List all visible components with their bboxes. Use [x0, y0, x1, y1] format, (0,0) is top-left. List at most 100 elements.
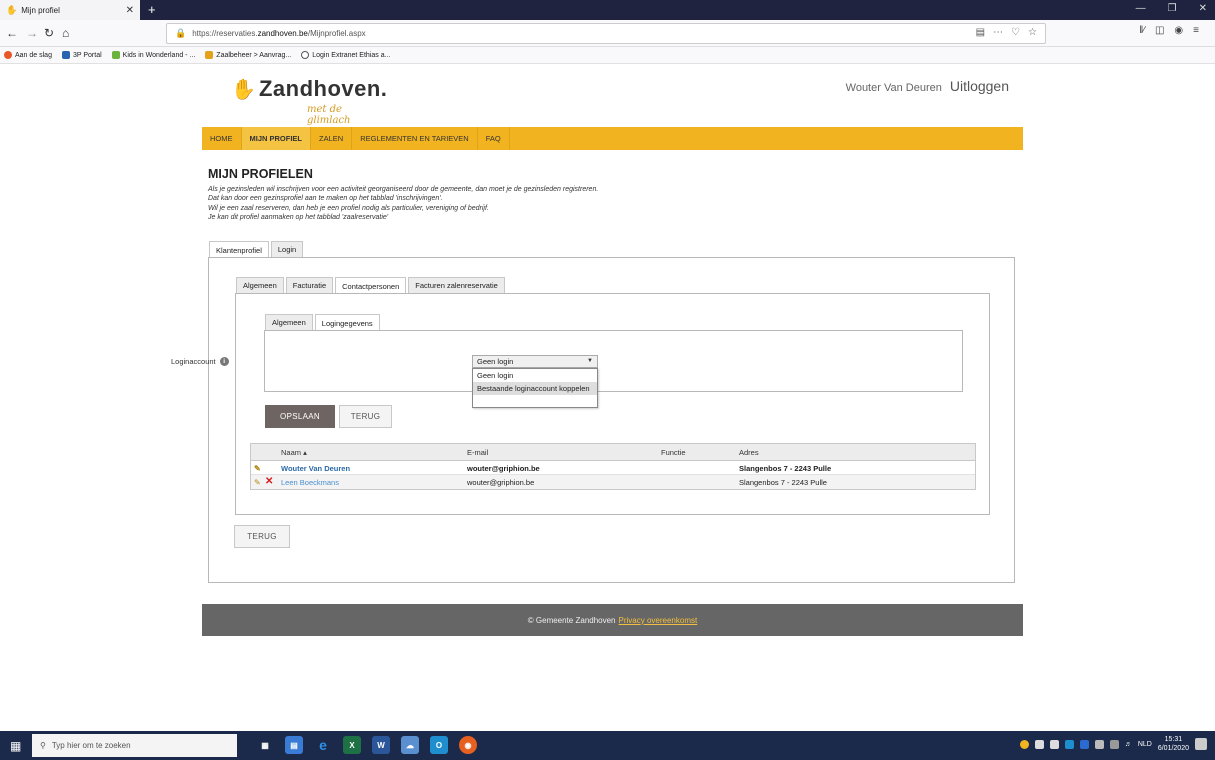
bookmark-item[interactable]: Kids in Wonderland - ...	[111, 51, 195, 59]
browser-tab-bar: ✋ Mijn profiel ✕ + — ❐ ✕	[0, 0, 1215, 20]
language-indicator[interactable]: NLD	[1138, 741, 1152, 748]
menu-hamburger-icon[interactable]: ≡	[1193, 25, 1199, 36]
menu-home[interactable]: HOME	[202, 127, 242, 150]
tab-logingegevens[interactable]: Logingegevens	[314, 314, 380, 331]
back-button[interactable]: TERUG	[339, 405, 392, 428]
table-row: ✎ Wouter Van Deuren wouter@griphion.be S…	[251, 461, 975, 475]
close-window-icon[interactable]: ✕	[1199, 3, 1207, 14]
new-tab-icon[interactable]: +	[148, 2, 156, 17]
site-logo[interactable]: ✋ Zandhoven. met de glimlach	[231, 76, 387, 126]
info-icon[interactable]: i	[219, 357, 229, 366]
loginaccount-dropdown: Geen login Bestaande loginaccount koppel…	[472, 368, 598, 408]
file-explorer-icon[interactable]: ▤	[285, 736, 303, 754]
edit-icon[interactable]: ✎	[254, 478, 261, 487]
inner-tabs: Algemeen Logingegevens	[265, 314, 382, 331]
edge-icon[interactable]: e	[314, 736, 332, 754]
task-view-icon[interactable]: ▦	[256, 736, 274, 754]
dropdown-option[interactable]: Bestaande loginaccount koppelen	[473, 382, 597, 395]
tab-contactpersonen[interactable]: Contactpersonen	[335, 277, 407, 294]
mail-icon[interactable]	[1049, 739, 1059, 749]
home-icon[interactable]: ⌂	[62, 26, 69, 40]
maximize-icon[interactable]: ❐	[1168, 3, 1177, 14]
portal-icon	[61, 51, 70, 59]
save-button[interactable]: OPSLAAN	[265, 405, 335, 428]
bookmark-item[interactable]: 3P Portal	[61, 51, 102, 59]
cloud-app-icon[interactable]: ☁	[401, 736, 419, 754]
contact-address: Slangenbos 7 - 2243 Pulle	[739, 464, 832, 473]
url-prefix: https://reservaties.	[192, 29, 258, 38]
system-tray: ♬ NLD 15:31 6/01/2020	[1019, 735, 1207, 753]
tab-login[interactable]: Login	[270, 241, 304, 257]
privacy-link[interactable]: Privacy overeenkomst	[619, 616, 698, 625]
notifications-icon[interactable]	[1195, 738, 1207, 750]
forward-arrow-icon[interactable]: →	[26, 26, 38, 40]
browser-tab-title: Mijn profiel	[21, 5, 60, 15]
tab-inner-algemeen[interactable]: Algemeen	[265, 314, 313, 330]
contact-address: Slangenbos 7 - 2243 Pulle	[739, 478, 827, 487]
lock-icon: 🔒	[175, 28, 187, 38]
bookmark-item[interactable]: Login Extranet Ethias a...	[301, 51, 390, 59]
tab-klantenprofiel[interactable]: Klantenprofiel	[209, 241, 269, 258]
address-bar[interactable]: 🔒 https://reservaties. zandhoven.be/Mijnp…	[166, 23, 1046, 44]
tray-app-icon[interactable]	[1109, 739, 1119, 749]
menu-reglementen[interactable]: REGLEMENTEN EN TARIEVEN	[352, 127, 478, 150]
site-favicon-icon: ✋	[6, 4, 18, 15]
delete-icon[interactable]: ✕	[265, 476, 273, 487]
contact-name-link[interactable]: Wouter Van Deuren	[281, 464, 350, 473]
library-icon[interactable]: ‖∕	[1139, 25, 1145, 36]
tray-app-icon[interactable]	[1079, 739, 1089, 749]
tab-algemeen[interactable]: Algemeen	[236, 277, 284, 293]
column-header-functie[interactable]: Functie	[661, 448, 686, 457]
windows-start-icon[interactable]: ▦	[10, 739, 21, 753]
column-header-adres[interactable]: Adres	[739, 448, 759, 457]
tray-app-icon[interactable]	[1019, 739, 1029, 749]
network-icon[interactable]	[1094, 739, 1104, 749]
tab-facturatie[interactable]: Facturatie	[285, 277, 334, 293]
contact-name-link[interactable]: Leen Boeckmans	[281, 478, 339, 487]
menu-mijn-profiel[interactable]: MIJN PROFIEL	[241, 127, 312, 150]
intro-line: Als je gezinsleden wil inschrijven voor …	[208, 186, 599, 193]
column-header-naam[interactable]: Naam ▴	[281, 448, 307, 457]
dropdown-option[interactable]: Geen login	[473, 369, 597, 382]
bookmark-item[interactable]: Zaalbeheer > Aanvrag...	[205, 51, 291, 59]
back-arrow-icon[interactable]: ←	[6, 26, 18, 40]
page-title: MIJN PROFIELEN	[208, 167, 313, 181]
page-footer: © Gemeente Zandhoven Privacy overeenkoms…	[202, 604, 1023, 636]
tab-facturen-zalenreservatie[interactable]: Facturen zalenreservatie	[408, 277, 505, 293]
bookmarks-bar: Aan de slag 3P Portal Kids in Wonderland…	[0, 47, 1215, 64]
menu-faq[interactable]: FAQ	[478, 127, 510, 150]
firefox-taskbar-icon[interactable]: ◉	[459, 736, 477, 754]
volume-icon[interactable]: ♬	[1125, 741, 1132, 748]
reload-icon[interactable]: ↻	[44, 26, 54, 40]
loginaccount-select[interactable]: Geen login ▼	[472, 355, 598, 368]
sidebar-icon[interactable]: ◫	[1155, 25, 1164, 36]
menu-zalen[interactable]: ZALEN	[311, 127, 353, 150]
back-button-bottom[interactable]: TERUG	[234, 525, 290, 548]
close-tab-icon[interactable]: ✕	[126, 5, 134, 16]
word-icon[interactable]: W	[372, 736, 390, 754]
contacts-table: Naam ▴ E-mail Functie Adres ✎ Wouter Van…	[250, 443, 976, 490]
edit-icon[interactable]: ✎	[254, 464, 261, 473]
excel-icon[interactable]: X	[343, 736, 361, 754]
more-actions-icon[interactable]: ⋯	[993, 27, 1003, 38]
globe-icon	[301, 51, 310, 59]
outlook-tray-icon[interactable]	[1064, 739, 1074, 749]
logout-link[interactable]: Uitloggen	[950, 78, 1009, 94]
reader-view-icon[interactable]: ▤	[976, 27, 985, 38]
window-controls: — ❐ ✕	[1136, 3, 1207, 14]
intro-line: Dat kan door een gezinsprofiel aan te ma…	[208, 195, 443, 203]
minimize-icon[interactable]: —	[1136, 3, 1146, 14]
account-icon[interactable]: ◉	[1174, 25, 1183, 36]
bookmark-item[interactable]: Aan de slag	[4, 51, 52, 59]
main-menu: HOME MIJN PROFIEL ZALEN REGLEMENTEN EN T…	[202, 127, 1023, 150]
chevron-down-icon: ▼	[587, 358, 593, 364]
taskbar-search-input[interactable]: ⚲ Typ hier om te zoeken	[32, 734, 237, 757]
bookmark-star-icon[interactable]: ☆	[1028, 27, 1037, 38]
column-header-email[interactable]: E-mail	[467, 448, 488, 457]
browser-tab[interactable]: ✋ Mijn profiel ✕	[0, 0, 140, 20]
url-path: /Mijnprofiel.aspx	[307, 29, 366, 38]
tray-app-icon[interactable]	[1034, 739, 1044, 749]
taskbar-clock[interactable]: 15:31 6/01/2020	[1158, 735, 1189, 753]
pocket-icon[interactable]: ♡	[1011, 27, 1020, 38]
outlook-icon[interactable]: O	[430, 736, 448, 754]
